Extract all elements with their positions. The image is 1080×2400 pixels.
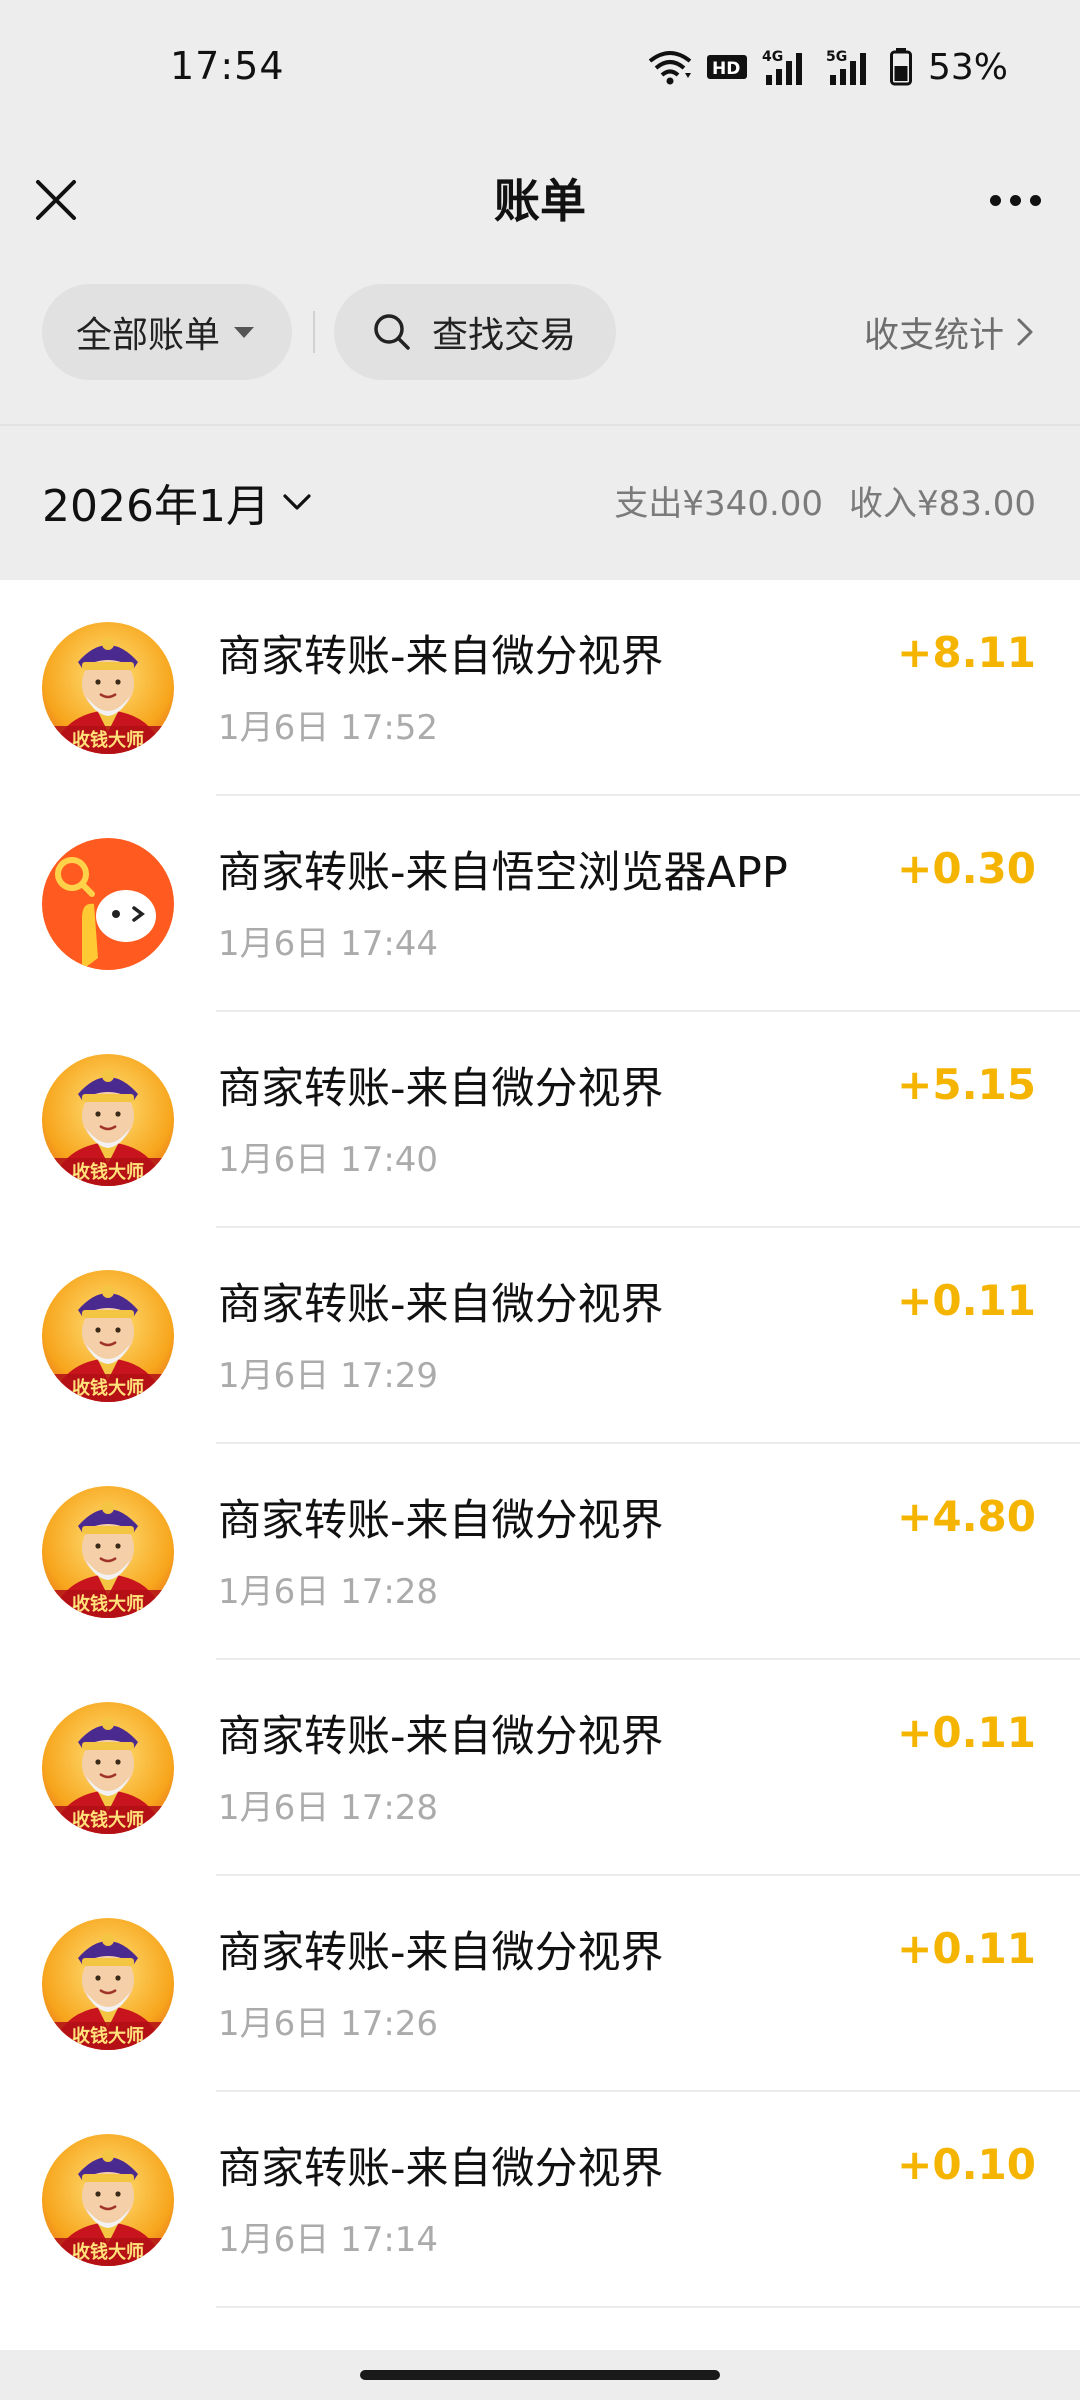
search-transaction-button[interactable]: 查找交易 bbox=[334, 284, 616, 380]
title-bar: 账单 bbox=[0, 138, 1080, 274]
transaction-title: 商家转账-来自微分视界 bbox=[218, 1280, 664, 1330]
battery-icon bbox=[889, 48, 912, 86]
more-icon-dot bbox=[1009, 194, 1021, 206]
transaction-title: 商家转账-来自悟空浏览器APP bbox=[218, 848, 788, 898]
transaction-list: 收钱大师 商家转账-来自微分视界 1月6日 17:52 +8.11 商家转账-来自悟空浏… bbox=[0, 580, 1080, 2350]
transaction-item[interactable]: 收钱大师 商家转账-来自微分视界 1月6日 17:28 +0.11 bbox=[0, 1660, 1080, 1876]
row-divider bbox=[216, 2306, 1080, 2308]
transaction-title: 商家转账-来自微分视界 bbox=[218, 1928, 664, 1978]
transaction-amount: +0.11 bbox=[897, 1276, 1036, 1325]
status-icons: HD 4G 5G 53% bbox=[648, 44, 1008, 90]
transaction-item[interactable]: 收钱大师 商家转账-来自微分视界 1月6日 17:26 +0.11 bbox=[0, 1876, 1080, 2092]
transaction-title: 商家转账-来自微分视界 bbox=[218, 632, 664, 682]
search-label: 查找交易 bbox=[432, 315, 577, 356]
filter-bar: 全部账单 查找交易 收支统计 bbox=[0, 274, 1080, 424]
merchant-avatar: 收钱大师 bbox=[42, 1486, 174, 1618]
merchant-avatar: 收钱大师 bbox=[42, 1702, 174, 1834]
status-bar: 17:54 HD 4G 5G 53% bbox=[0, 0, 1080, 138]
month-summary: 支出¥340.00 收入¥83.00 bbox=[614, 476, 1036, 525]
merchant-avatar: 收钱大师 bbox=[42, 1270, 174, 1402]
battery-percent: 53% bbox=[927, 46, 1008, 88]
bill-page: 17:54 HD 4G 5G 53% 账单 全部账单 查找交易 收支统计 202… bbox=[0, 0, 1080, 2400]
svg-text:HD: HD bbox=[712, 59, 740, 79]
more-icon-dot bbox=[989, 194, 1001, 206]
hd-icon: HD bbox=[706, 55, 747, 79]
transaction-title: 商家转账-来自微分视界 bbox=[218, 2144, 664, 2194]
wifi-icon bbox=[648, 51, 692, 85]
transaction-amount: +0.11 bbox=[897, 1924, 1036, 1973]
transaction-item[interactable]: 收钱大师 商家转账-来自微分视界 1月6日 17:14 +0.10 bbox=[0, 2092, 1080, 2308]
svg-text:4G: 4G bbox=[762, 49, 783, 65]
more-button[interactable] bbox=[980, 174, 1050, 226]
svg-text:收钱大师: 收钱大师 bbox=[72, 1377, 144, 1399]
merchant-avatar: 收钱大师 bbox=[42, 2134, 174, 2266]
transaction-time: 1月6日 17:52 bbox=[218, 708, 439, 748]
caret-down-icon bbox=[234, 326, 255, 338]
svg-text:收钱大师: 收钱大师 bbox=[72, 2241, 144, 2263]
transaction-amount: +0.30 bbox=[897, 844, 1036, 893]
transaction-time: 1月6日 17:28 bbox=[218, 1788, 439, 1828]
month-income: 收入¥83.00 bbox=[849, 484, 1036, 524]
page-title: 账单 bbox=[494, 174, 586, 228]
transaction-time: 1月6日 17:26 bbox=[218, 2004, 439, 2044]
transaction-amount: +4.80 bbox=[897, 1492, 1036, 1541]
merchant-avatar: 收钱大师 bbox=[42, 1918, 174, 2050]
transaction-time: 1月6日 17:29 bbox=[218, 1356, 439, 1396]
transaction-amount: +5.15 bbox=[897, 1060, 1036, 1109]
month-expense: 支出¥340.00 bbox=[614, 484, 824, 524]
more-icon-dot bbox=[1029, 194, 1041, 206]
transaction-title: 商家转账-来自微分视界 bbox=[218, 1496, 664, 1546]
transaction-item[interactable]: 收钱大师 商家转账-来自微分视界 1月6日 17:52 +8.11 bbox=[0, 580, 1080, 796]
transaction-amount: +0.11 bbox=[897, 1708, 1036, 1757]
transaction-title: 商家转账-来自微分视界 bbox=[218, 1064, 664, 1114]
income-expense-stats-link[interactable]: 收支统计 bbox=[864, 284, 1034, 380]
merchant-avatar bbox=[42, 838, 174, 970]
all-bills-dropdown[interactable]: 全部账单 bbox=[42, 284, 292, 380]
merchant-avatar: 收钱大师 bbox=[42, 622, 174, 754]
transaction-title: 商家转账-来自微分视界 bbox=[218, 1712, 664, 1762]
transaction-amount: +0.10 bbox=[897, 2140, 1036, 2189]
signal-4g-icon: 4G bbox=[762, 49, 802, 85]
transaction-item[interactable]: 收钱大师 商家转账-来自微分视界 1月6日 17:29 +0.11 bbox=[0, 1228, 1080, 1444]
home-bar bbox=[0, 2350, 1080, 2400]
stats-label: 收支统计 bbox=[863, 315, 1004, 356]
merchant-avatar: 收钱大师 bbox=[42, 1054, 174, 1186]
svg-text:5G: 5G bbox=[826, 49, 847, 65]
transaction-amount: +8.11 bbox=[897, 628, 1036, 677]
transaction-time: 1月6日 17:14 bbox=[218, 2220, 439, 2260]
transaction-item[interactable]: 收钱大师 商家转账-来自微分视界 1月6日 17:40 +5.15 bbox=[0, 1012, 1080, 1228]
transaction-time: 1月6日 17:44 bbox=[218, 924, 439, 964]
chevron-right-icon bbox=[1017, 318, 1033, 346]
svg-text:收钱大师: 收钱大师 bbox=[72, 2025, 144, 2047]
all-bills-label: 全部账单 bbox=[76, 315, 221, 356]
month-header: 2026年1月 支出¥340.00 收入¥83.00 bbox=[0, 426, 1080, 580]
svg-text:收钱大师: 收钱大师 bbox=[72, 729, 144, 751]
chevron-down-icon bbox=[283, 494, 311, 510]
filter-divider bbox=[313, 311, 315, 353]
svg-text:收钱大师: 收钱大师 bbox=[72, 1161, 144, 1183]
transaction-item[interactable]: 商家转账-来自悟空浏览器APP 1月6日 17:44 +0.30 bbox=[0, 796, 1080, 1012]
transaction-time: 1月6日 17:28 bbox=[218, 1572, 439, 1612]
search-icon bbox=[374, 314, 410, 350]
svg-text:收钱大师: 收钱大师 bbox=[72, 1809, 144, 1831]
signal-5g-icon: 5G bbox=[826, 49, 866, 85]
svg-text:收钱大师: 收钱大师 bbox=[72, 1593, 144, 1615]
month-selector[interactable]: 2026年1月 bbox=[42, 470, 312, 534]
status-time: 17:54 bbox=[170, 44, 285, 88]
transaction-item[interactable]: 收钱大师 商家转账-来自微分视界 1月6日 17:28 +4.80 bbox=[0, 1444, 1080, 1660]
month-label: 2026年1月 bbox=[42, 481, 270, 532]
home-indicator[interactable] bbox=[360, 2370, 720, 2380]
transaction-time: 1月6日 17:40 bbox=[218, 1140, 439, 1180]
